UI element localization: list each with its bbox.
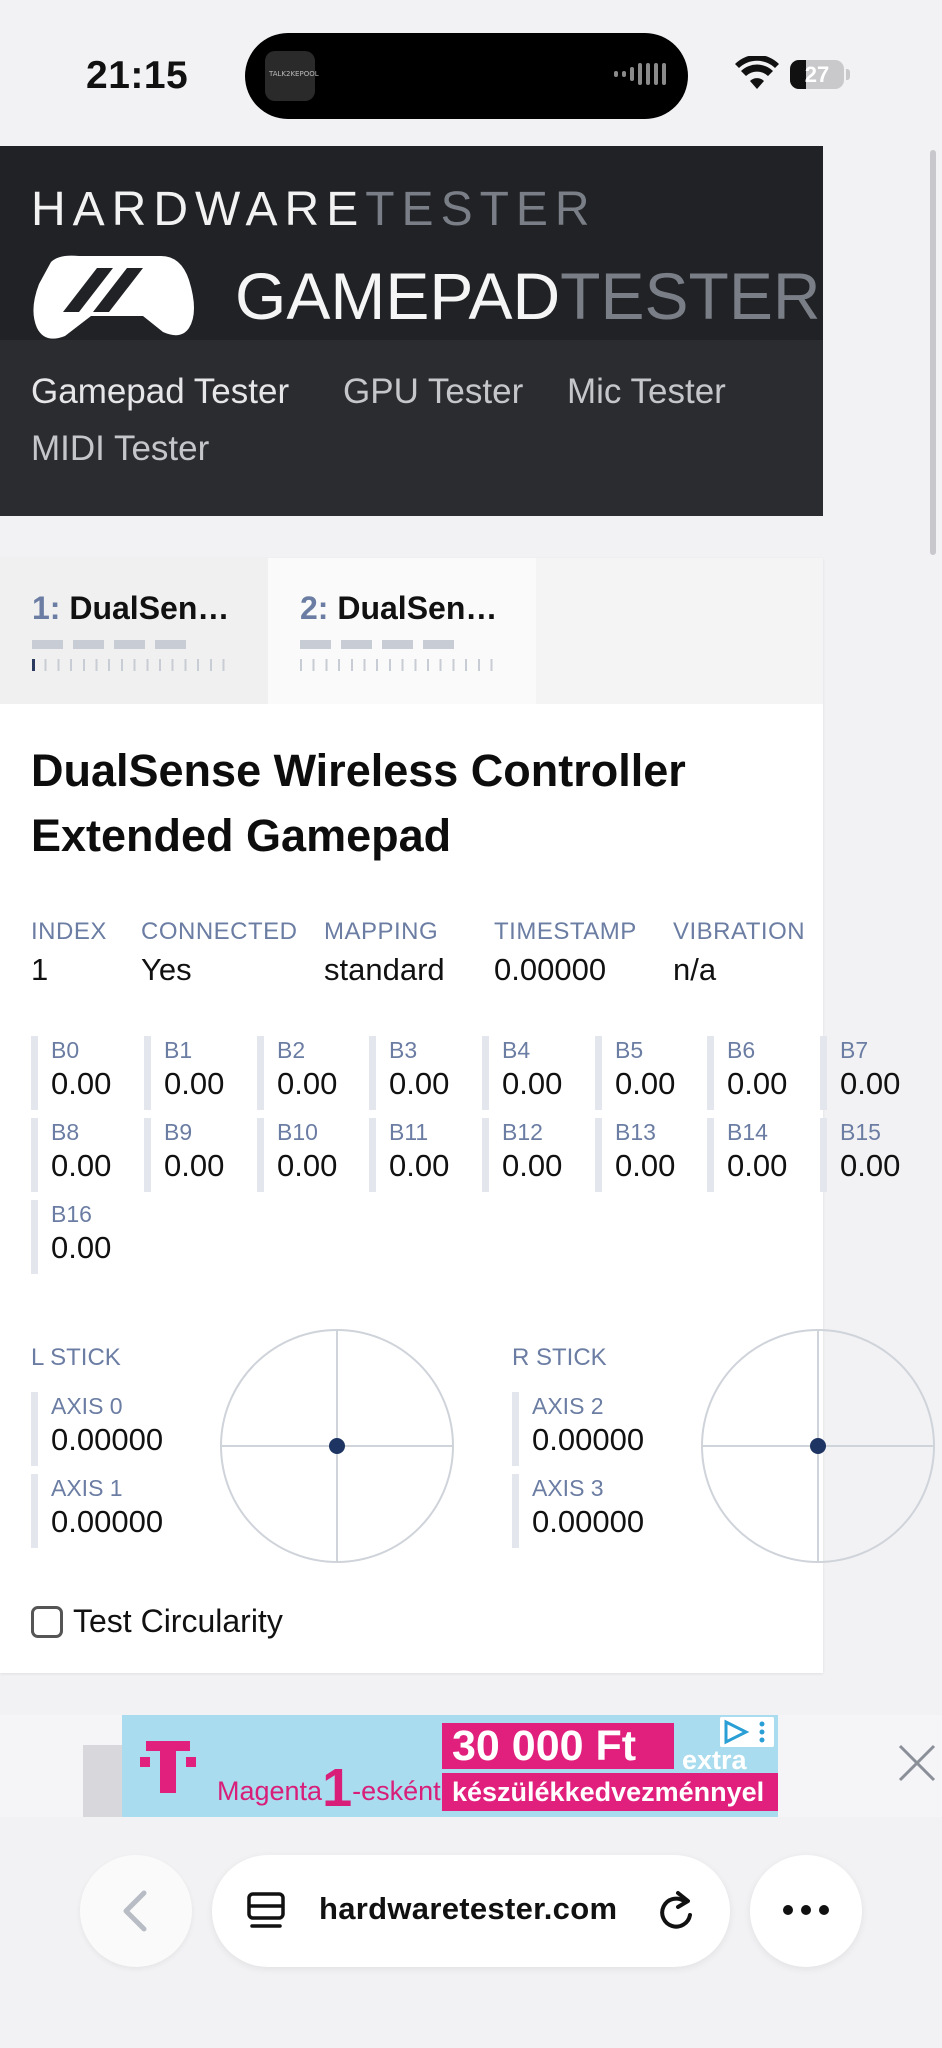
island-app-icon: TALK2KEPOOL [265,51,319,101]
meta-index: INDEX 1 [31,918,107,987]
status-time: 21:15 [86,54,189,97]
dynamic-island[interactable]: TALK2KEPOOL [245,33,688,119]
meta-mapping: MAPPING standard [324,918,445,987]
ad-price: 30 000 Ft [442,1723,674,1769]
button-b15: B15 0.00 [820,1118,920,1192]
button-b12: B12 0.00 [482,1118,582,1192]
axis-1: AXIS 1 0.00000 [31,1474,191,1548]
gamepad-tabs: 1: DualSen… 2: DualSen… [0,558,823,704]
left-stick-position-dot [329,1438,345,1454]
battery-percent: 27 [804,62,830,87]
site-brand[interactable]: HARDWARETESTER [31,182,597,237]
chevron-left-icon [123,1890,147,1932]
back-button[interactable] [80,1855,192,1967]
ad-subtitle: készülékkedvezménnyel [442,1773,778,1811]
nav-gamepad-tester[interactable]: Gamepad Tester [31,372,289,412]
r-stick-label: R STICK [512,1344,607,1371]
page-scrollbar[interactable] [930,150,936,555]
right-stick-visualizer [701,1329,935,1563]
nav-mic-tester[interactable]: Mic Tester [567,372,726,412]
button-b8: B8 0.00 [31,1118,131,1192]
ad-banner[interactable]: Magenta1-esként 30 000 Ft extra készülék… [122,1715,778,1817]
page-brand-title: GAMEPADTESTER [235,259,821,333]
gamepad-tab-1[interactable]: 1: DualSen… [0,558,268,704]
nav-gpu-tester[interactable]: GPU Tester [343,372,523,412]
meta-vibration: VIBRATION n/a [673,918,806,987]
test-circularity-label: Test Circularity [73,1603,283,1639]
right-stick-position-dot [810,1438,826,1454]
button-b2: B2 0.00 [257,1036,357,1110]
button-b3: B3 0.00 [369,1036,469,1110]
ad-brand: Magenta1-esként [217,1758,441,1817]
button-b5: B5 0.00 [595,1036,695,1110]
wifi-icon [735,56,779,89]
gamepad-card: 1: DualSen… 2: DualSen… DualSense Wirele… [0,558,935,1673]
audio-waveform-icon [614,63,666,85]
test-circularity-toggle[interactable]: Test Circularity [31,1603,283,1640]
ellipsis-icon [783,1905,829,1915]
button-b10: B10 0.00 [257,1118,357,1192]
button-b11: B11 0.00 [369,1118,469,1192]
axis-0: AXIS 0 0.00000 [31,1392,191,1466]
address-bar[interactable]: hardwaretester.com [212,1855,730,1967]
button-b6: B6 0.00 [707,1036,807,1110]
test-circularity-checkbox[interactable] [31,1605,63,1638]
tab-axis-indicators [300,659,500,671]
battery-icon: 27 [790,60,850,89]
ad-extra: extra [682,1745,747,1775]
url-text: hardwaretester.com [319,1891,618,1926]
button-b7: B7 0.00 [820,1036,920,1110]
gamepad-logo-icon[interactable] [31,252,197,342]
button-b9: B9 0.00 [144,1118,244,1192]
close-ad-icon[interactable] [896,1742,938,1784]
tab-button-indicators [300,640,454,649]
meta-timestamp: TIMESTAMP 0.00000 [494,918,637,987]
nav-midi-tester[interactable]: MIDI Tester [31,429,209,469]
button-b14: B14 0.00 [707,1118,807,1192]
more-options-button[interactable] [750,1855,862,1967]
left-stick-visualizer [220,1329,454,1563]
button-b16: B16 0.00 [31,1200,131,1274]
axis-3: AXIS 3 0.00000 [512,1474,672,1548]
main-nav: Gamepad Tester GPU Tester Mic Tester MID… [0,340,823,516]
gamepad-tab-2[interactable]: 2: DualSen… [268,558,536,704]
button-b13: B13 0.00 [595,1118,695,1192]
reload-icon[interactable] [656,1889,698,1933]
meta-connected: CONNECTED Yes [141,918,298,987]
adchoices-icon[interactable] [720,1717,774,1747]
axis-2: AXIS 2 0.00000 [512,1392,672,1466]
button-b4: B4 0.00 [482,1036,582,1110]
site-header: HARDWARETESTER GAMEPADTESTER Gamepad Tes… [0,146,823,516]
button-b0: B0 0.00 [31,1036,131,1110]
status-bar: 21:15 TALK2KEPOOL 27 [0,0,942,140]
tab-layout-icon[interactable] [246,1891,286,1931]
l-stick-label: L STICK [31,1344,121,1371]
button-b1: B1 0.00 [144,1036,244,1110]
ad-placeholder [83,1745,123,1817]
tab-button-indicators [32,640,186,649]
telekom-t-logo-icon [140,1741,196,1793]
tab-axis-indicators [32,659,232,671]
browser-toolbar: hardwaretester.com [0,1817,942,2048]
gamepad-title: DualSense Wireless Controller Extended G… [31,745,686,861]
